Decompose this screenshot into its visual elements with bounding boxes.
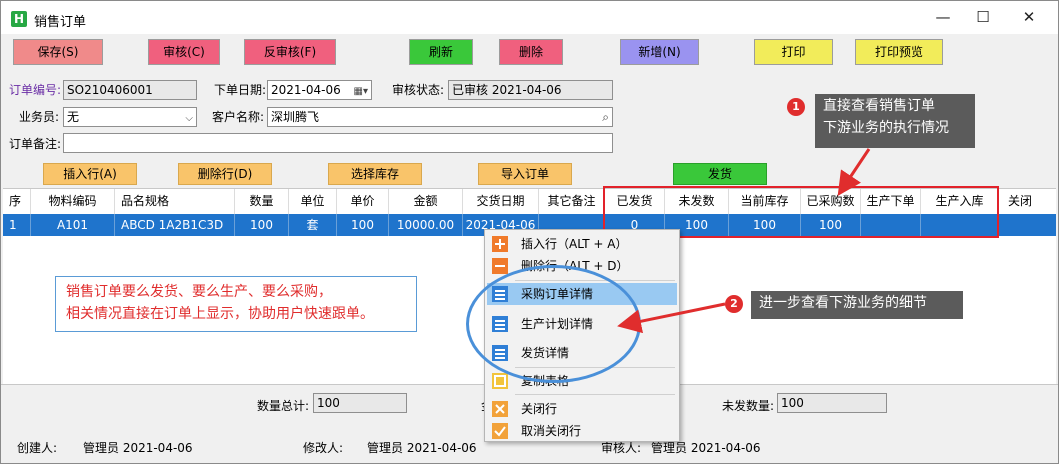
sales-order-window: H 销售订单 — ☐ ✕ 保存(S) 审核(C) 反审核(F) 刷新 删除 新增… xyxy=(0,0,1059,464)
annotation-arrows xyxy=(617,148,871,334)
callout-2-arrow xyxy=(617,302,726,334)
callout-1-arrow xyxy=(837,148,871,196)
